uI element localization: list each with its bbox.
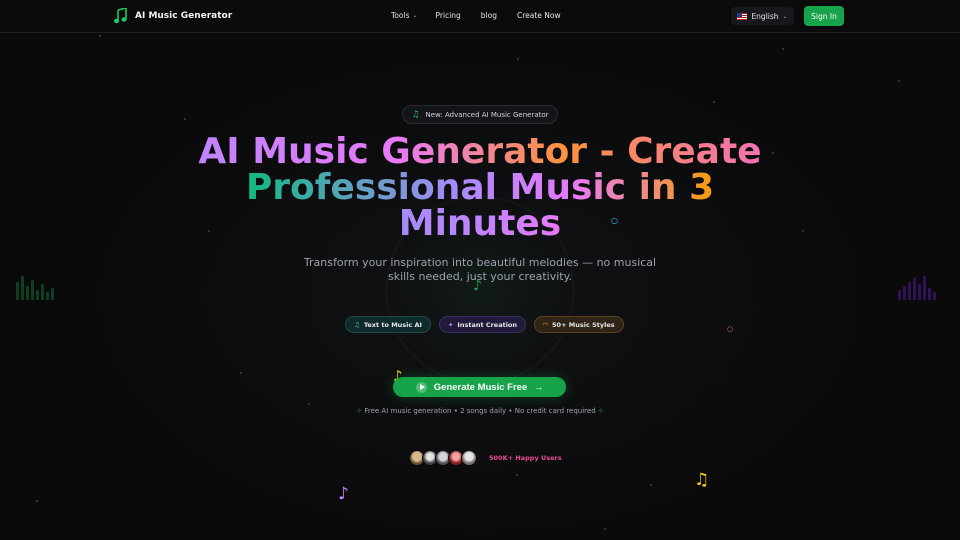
nav-create-now[interactable]: Create Now bbox=[517, 11, 561, 20]
equalizer-bars-right bbox=[898, 274, 936, 300]
sparkle-icon: ✧ bbox=[597, 407, 604, 415]
magic-wand-icon: ✦ bbox=[447, 320, 454, 329]
chevron-down-icon: ⌄ bbox=[412, 12, 418, 19]
cta-label: Generate Music Free bbox=[433, 381, 528, 393]
sign-in-button[interactable]: Sign In bbox=[804, 6, 844, 26]
new-feature-badge[interactable]: ♫ New: Advanced AI Music Generator bbox=[402, 105, 558, 124]
music-note-icon: ♪ bbox=[338, 484, 349, 504]
music-note-icon bbox=[113, 8, 127, 24]
user-avatars bbox=[409, 450, 477, 466]
hero-title: AI Music Generator - Create Professional… bbox=[180, 134, 780, 242]
hero-title-line-2: Professional Music in 3 bbox=[245, 167, 715, 208]
music-note-icon: ♫ bbox=[694, 470, 710, 490]
top-navbar: AI Music Generator Tools ⌄ Pricing blog … bbox=[0, 0, 960, 33]
feature-pill-instant-creation[interactable]: ✦ Instant Creation bbox=[438, 316, 527, 333]
star-dot bbox=[36, 500, 38, 502]
star-dot bbox=[604, 528, 606, 530]
star-dot bbox=[713, 101, 715, 103]
feature-pill-music-styles[interactable]: ◠ 50+ Music Styles bbox=[534, 316, 624, 333]
star-dot bbox=[782, 48, 784, 50]
feature-pill-label: Instant Creation bbox=[457, 320, 518, 329]
avatar bbox=[461, 450, 477, 466]
star-dot bbox=[898, 80, 900, 82]
headphones-icon: ◠ bbox=[543, 320, 549, 329]
generate-music-button[interactable]: Generate Music Free → bbox=[393, 377, 566, 397]
feature-pill-label: Text to Music AI bbox=[363, 320, 422, 329]
star-dot bbox=[802, 230, 804, 232]
music-note-icon: ♫ bbox=[354, 320, 360, 329]
star-dot bbox=[184, 118, 186, 120]
sparkle-icon: ✧ bbox=[356, 407, 363, 415]
language-label: English bbox=[751, 11, 779, 21]
cta-note: ✧ Free AI music generation • 2 songs dai… bbox=[330, 407, 630, 415]
nav-tools-label: Tools bbox=[391, 11, 410, 20]
main-nav: Tools ⌄ Pricing blog Create Now bbox=[391, 11, 561, 20]
hero-subtitle: Transform your inspiration into beautifu… bbox=[303, 256, 657, 283]
hero-title-line-1: AI Music Generator - Create bbox=[198, 131, 762, 172]
play-icon bbox=[415, 381, 427, 393]
chevron-down-icon: ⌄ bbox=[782, 12, 788, 20]
feature-pills: ♫ Text to Music AI ✦ Instant Creation ◠ … bbox=[345, 316, 624, 333]
feature-pill-text-to-music[interactable]: ♫ Text to Music AI bbox=[345, 316, 431, 333]
language-selector[interactable]: English ⌄ bbox=[731, 7, 794, 25]
hero-title-line-3: Minutes bbox=[398, 203, 562, 244]
badge-label: New: Advanced AI Music Generator bbox=[425, 110, 549, 119]
happy-users-label: 500K+ Happy Users bbox=[489, 454, 562, 462]
page: ♪ ♪ ♪ ♫ ○ ○ AI Music Generator Tools ⌄ P… bbox=[0, 0, 960, 540]
feature-pill-label: 50+ Music Styles bbox=[552, 320, 615, 329]
nav-blog[interactable]: blog bbox=[481, 11, 497, 20]
star-dot bbox=[308, 403, 310, 405]
ring-icon: ○ bbox=[727, 325, 734, 333]
arrow-right-icon: → bbox=[534, 382, 544, 392]
brand-name: AI Music Generator bbox=[135, 11, 233, 21]
star-dot bbox=[517, 58, 519, 60]
brand[interactable]: AI Music Generator bbox=[113, 8, 232, 24]
music-note-icon: ♫ bbox=[411, 109, 420, 120]
star-dot bbox=[240, 372, 242, 374]
star-dot bbox=[99, 35, 101, 37]
nav-pricing[interactable]: Pricing bbox=[436, 11, 461, 20]
us-flag-icon bbox=[737, 12, 748, 20]
star-dot bbox=[650, 484, 652, 486]
equalizer-bars-left bbox=[16, 274, 54, 300]
nav-tools[interactable]: Tools ⌄ bbox=[391, 11, 418, 20]
cta-note-text: Free AI music generation • 2 songs daily… bbox=[364, 407, 596, 415]
star-dot bbox=[516, 474, 518, 476]
